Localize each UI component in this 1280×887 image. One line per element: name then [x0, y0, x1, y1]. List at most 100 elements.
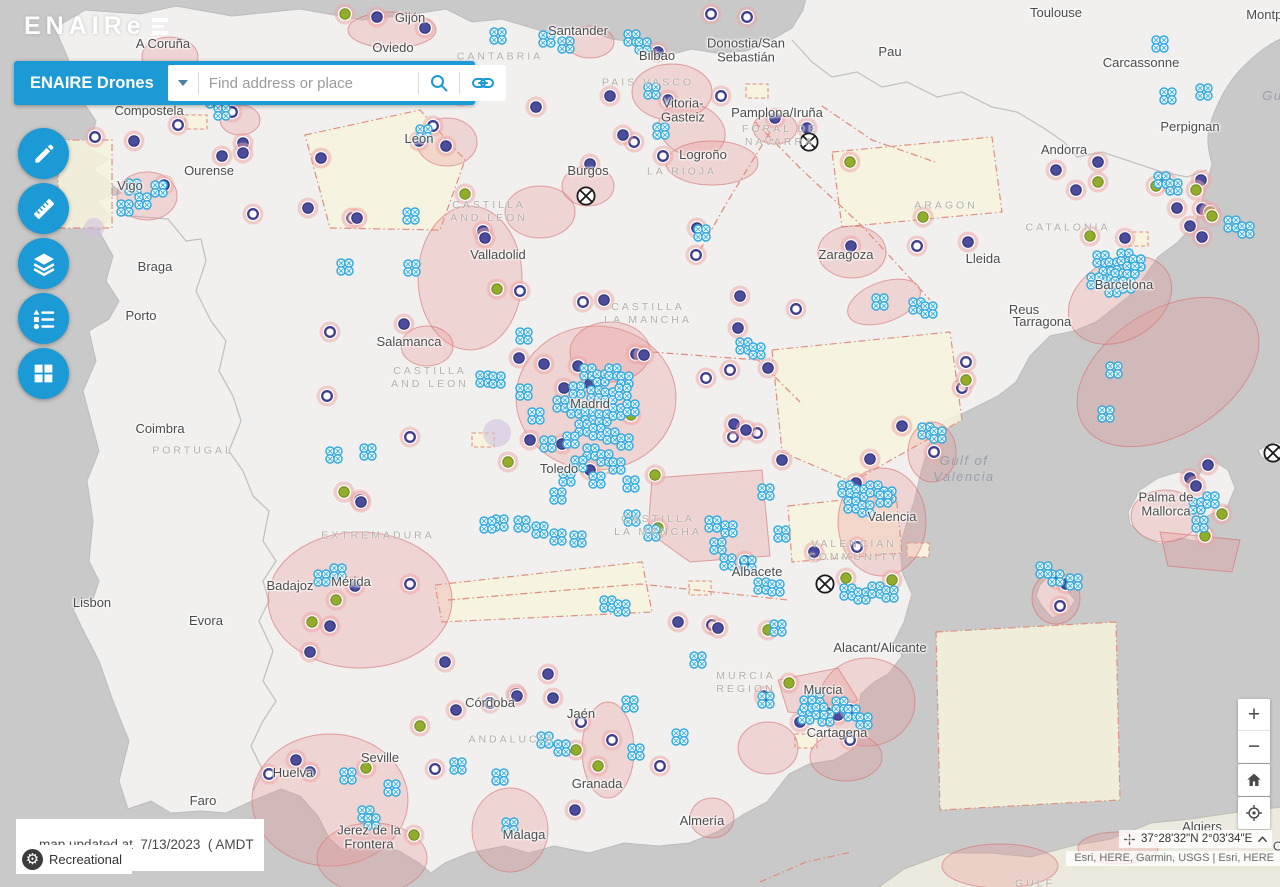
search-input[interactable]	[199, 75, 418, 92]
mode-selector[interactable]: ⚙ Recreational	[16, 845, 132, 874]
navy-marker[interactable]	[475, 228, 496, 249]
hollow-marker[interactable]	[320, 322, 341, 343]
navy-marker[interactable]	[435, 652, 456, 673]
navy-marker[interactable]	[736, 420, 757, 441]
navy-marker[interactable]	[212, 146, 233, 167]
green-marker[interactable]	[1202, 206, 1223, 227]
hollow-marker[interactable]	[510, 281, 531, 302]
navy-marker[interactable]	[634, 345, 655, 366]
navy-marker[interactable]	[507, 686, 528, 707]
navy-marker[interactable]	[1046, 160, 1067, 181]
basemap-canvas[interactable]	[0, 0, 1280, 887]
navy-marker[interactable]	[600, 86, 621, 107]
hollow-marker[interactable]	[400, 574, 421, 595]
navy-marker[interactable]	[580, 154, 601, 175]
navy-marker[interactable]	[613, 125, 634, 146]
green-marker[interactable]	[302, 612, 323, 633]
hollow-marker[interactable]	[840, 730, 861, 751]
share-link-button[interactable]	[460, 65, 506, 101]
navy-marker[interactable]	[526, 97, 547, 118]
zoom-in-button[interactable]: +	[1238, 699, 1270, 731]
layers-button[interactable]	[18, 238, 69, 289]
navy-marker[interactable]	[772, 450, 793, 471]
green-marker[interactable]	[913, 207, 934, 228]
navy-marker[interactable]	[347, 208, 368, 229]
navy-marker[interactable]	[520, 430, 541, 451]
green-marker[interactable]	[326, 590, 347, 611]
hollow-marker[interactable]	[85, 127, 106, 148]
navy-marker[interactable]	[1115, 228, 1136, 249]
green-marker[interactable]	[1186, 180, 1207, 201]
hollow-marker[interactable]	[573, 292, 594, 313]
coordinates-widget[interactable]: 37°28'32"N 2°03'34"E	[1119, 830, 1272, 848]
green-marker[interactable]	[1088, 172, 1109, 193]
legend-button[interactable]	[18, 293, 69, 344]
hollow-marker[interactable]	[701, 4, 722, 25]
hollow-marker[interactable]	[847, 537, 868, 558]
navy-marker[interactable]	[300, 762, 321, 783]
navy-marker[interactable]	[543, 688, 564, 709]
navy-marker[interactable]	[300, 642, 321, 663]
hollow-marker[interactable]	[571, 712, 592, 733]
navy-marker[interactable]	[415, 18, 436, 39]
green-marker[interactable]	[410, 716, 431, 737]
green-marker[interactable]	[356, 758, 377, 779]
search-source-dropdown[interactable]	[168, 65, 198, 101]
navy-marker[interactable]	[765, 108, 786, 129]
green-marker[interactable]	[334, 482, 355, 503]
navy-marker[interactable]	[345, 576, 366, 597]
navy-marker[interactable]	[1066, 180, 1087, 201]
navy-marker[interactable]	[758, 358, 779, 379]
hollow-marker[interactable]	[1050, 596, 1071, 617]
zoom-out-button[interactable]: −	[1238, 731, 1270, 763]
prohibited-marker[interactable]	[577, 187, 594, 204]
hollow-marker[interactable]	[243, 204, 264, 225]
navy-marker[interactable]	[436, 136, 457, 157]
navy-marker[interactable]	[367, 7, 388, 28]
navy-marker[interactable]	[658, 90, 679, 111]
prohibited-marker[interactable]	[816, 575, 833, 592]
navy-marker[interactable]	[730, 286, 751, 307]
green-marker[interactable]	[1080, 226, 1101, 247]
navy-marker[interactable]	[509, 348, 530, 369]
search-button[interactable]	[419, 65, 459, 101]
hollow-marker[interactable]	[168, 115, 189, 136]
hollow-marker[interactable]	[259, 764, 280, 785]
hollow-marker[interactable]	[400, 427, 421, 448]
green-marker[interactable]	[588, 756, 609, 777]
green-marker[interactable]	[487, 279, 508, 300]
hollow-marker[interactable]	[907, 236, 928, 257]
hollow-marker[interactable]	[696, 368, 717, 389]
home-button[interactable]	[1238, 764, 1270, 796]
hollow-marker[interactable]	[924, 442, 945, 463]
navy-marker[interactable]	[958, 232, 979, 253]
navy-marker[interactable]	[594, 290, 615, 311]
hollow-marker[interactable]	[720, 360, 741, 381]
draw-button[interactable]	[18, 128, 69, 179]
navy-marker[interactable]	[124, 131, 145, 152]
navy-marker[interactable]	[538, 664, 559, 685]
navy-marker[interactable]	[728, 318, 749, 339]
navy-marker[interactable]	[892, 416, 913, 437]
navy-marker[interactable]	[841, 236, 862, 257]
prohibited-marker[interactable]	[1264, 444, 1280, 461]
hollow-marker[interactable]	[602, 730, 623, 751]
navy-marker[interactable]	[804, 542, 825, 563]
hollow-marker[interactable]	[480, 693, 501, 714]
navy-marker[interactable]	[565, 800, 586, 821]
navy-marker[interactable]	[668, 612, 689, 633]
basemap-button[interactable]	[18, 348, 69, 399]
hollow-marker[interactable]	[317, 386, 338, 407]
green-marker[interactable]	[956, 370, 977, 391]
hollow-marker[interactable]	[786, 299, 807, 320]
navy-marker[interactable]	[534, 354, 555, 375]
green-marker[interactable]	[455, 184, 476, 205]
hollow-marker[interactable]	[425, 759, 446, 780]
green-marker[interactable]	[404, 825, 425, 846]
hollow-marker[interactable]	[711, 86, 732, 107]
hollow-marker[interactable]	[686, 245, 707, 266]
navy-marker[interactable]	[233, 143, 254, 164]
prohibited-marker[interactable]	[800, 133, 817, 150]
hollow-marker[interactable]	[653, 146, 674, 167]
hollow-marker[interactable]	[737, 7, 758, 28]
